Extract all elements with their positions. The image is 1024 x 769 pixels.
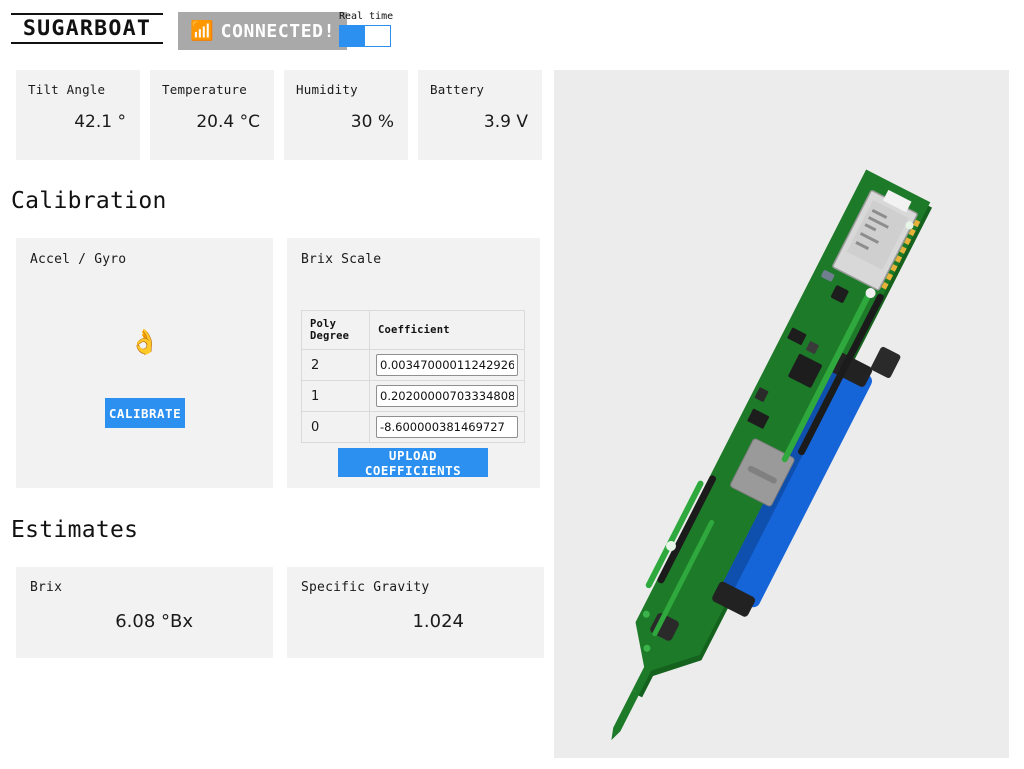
stat-value: 3.9 V	[483, 112, 528, 132]
coefficients-table: Poly Degree Coefficient 2 1	[301, 310, 525, 443]
main-content: Tilt Angle 42.1 ° Temperature 20.4 °C Hu…	[0, 62, 554, 769]
accel-gyro-label: Accel / Gyro	[30, 252, 127, 267]
table-header-row: Poly Degree Coefficient	[301, 310, 525, 350]
connector-top	[871, 346, 901, 379]
calibration-cards: Accel / Gyro 👌 CALIBRATE Brix Scale Poly…	[16, 238, 540, 488]
estimate-label: Specific Gravity	[301, 580, 430, 595]
poly-degree-cell: 2	[301, 349, 370, 381]
estimate-card-brix: Brix 6.08 °Bx	[16, 567, 273, 658]
coefficient-cell	[369, 411, 525, 443]
brix-scale-label: Brix Scale	[301, 252, 382, 267]
app-logo-text: SUGARBOAT	[22, 16, 152, 40]
estimates-cards: Brix 6.08 °Bx Specific Gravity 1.024	[16, 567, 544, 658]
sensor-stats-row: Tilt Angle 42.1 ° Temperature 20.4 °C Hu…	[16, 70, 542, 160]
stat-card-temperature: Temperature 20.4 °C	[150, 70, 274, 160]
column-header-coefficient: Coefficient	[369, 310, 525, 350]
coefficient-cell	[369, 349, 525, 381]
coefficient-input-degree-2[interactable]	[376, 354, 518, 376]
realtime-label: Real time	[339, 11, 394, 22]
estimate-value: 1.024	[412, 611, 464, 632]
table-row: 0	[301, 411, 525, 443]
connection-status-badge[interactable]: 📶 CONNECTED!	[178, 12, 348, 50]
probe-tip	[611, 690, 640, 741]
ok-hand-icon: 👌	[129, 328, 160, 356]
calibration-section-title: Calibration	[11, 188, 167, 214]
stat-card-tilt-angle: Tilt Angle 42.1 °	[16, 70, 140, 160]
accel-gyro-card: Accel / Gyro 👌 CALIBRATE	[16, 238, 273, 488]
table-row: 2	[301, 349, 525, 381]
poly-degree-cell: 0	[301, 411, 370, 443]
realtime-toggle[interactable]	[339, 25, 391, 47]
app-header: SUGARBOAT 📶 CONNECTED! Real time	[0, 0, 1024, 62]
estimate-card-specific-gravity: Specific Gravity 1.024	[287, 567, 544, 658]
brix-scale-card: Brix Scale Poly Degree Coefficient 2 0.0…	[287, 238, 540, 488]
coefficient-input-degree-0[interactable]	[376, 416, 518, 438]
estimate-value: 6.08 °Bx	[115, 611, 193, 632]
connection-status-label: CONNECTED!	[220, 20, 336, 42]
stat-card-humidity: Humidity 30 %	[284, 70, 408, 160]
realtime-toggle-on-segment[interactable]	[340, 26, 365, 46]
stat-card-battery: Battery 3.9 V	[418, 70, 542, 160]
stat-label: Humidity	[296, 82, 358, 97]
table-row: 1	[301, 380, 525, 412]
estimate-label: Brix	[30, 580, 63, 595]
pcb-3d-model	[611, 169, 933, 741]
poly-degree-cell: 1	[301, 380, 370, 412]
stat-label: Battery	[430, 82, 485, 97]
realtime-toggle-off-segment[interactable]	[365, 26, 390, 46]
bluetooth-icon: 📶	[190, 19, 214, 42]
stat-value: 42.1 °	[74, 112, 126, 132]
stat-value: 20.4 °C	[196, 112, 260, 132]
column-header-poly-degree: Poly Degree	[301, 310, 370, 350]
coefficient-cell	[369, 380, 525, 412]
app-logo: SUGARBOAT	[11, 13, 163, 44]
calibrate-button[interactable]: CALIBRATE	[105, 398, 185, 428]
realtime-toggle-group: Real time	[339, 11, 394, 47]
estimates-section-title: Estimates	[11, 517, 139, 543]
coefficient-input-degree-1[interactable]	[376, 385, 518, 407]
upload-coefficients-button[interactable]: UPLOAD COEFFICIENTS	[338, 448, 488, 478]
stat-value: 30 %	[350, 112, 394, 132]
stat-label: Tilt Angle	[28, 82, 106, 97]
stat-label: Temperature	[162, 82, 247, 97]
pcb-3d-viewer[interactable]	[554, 70, 1009, 758]
